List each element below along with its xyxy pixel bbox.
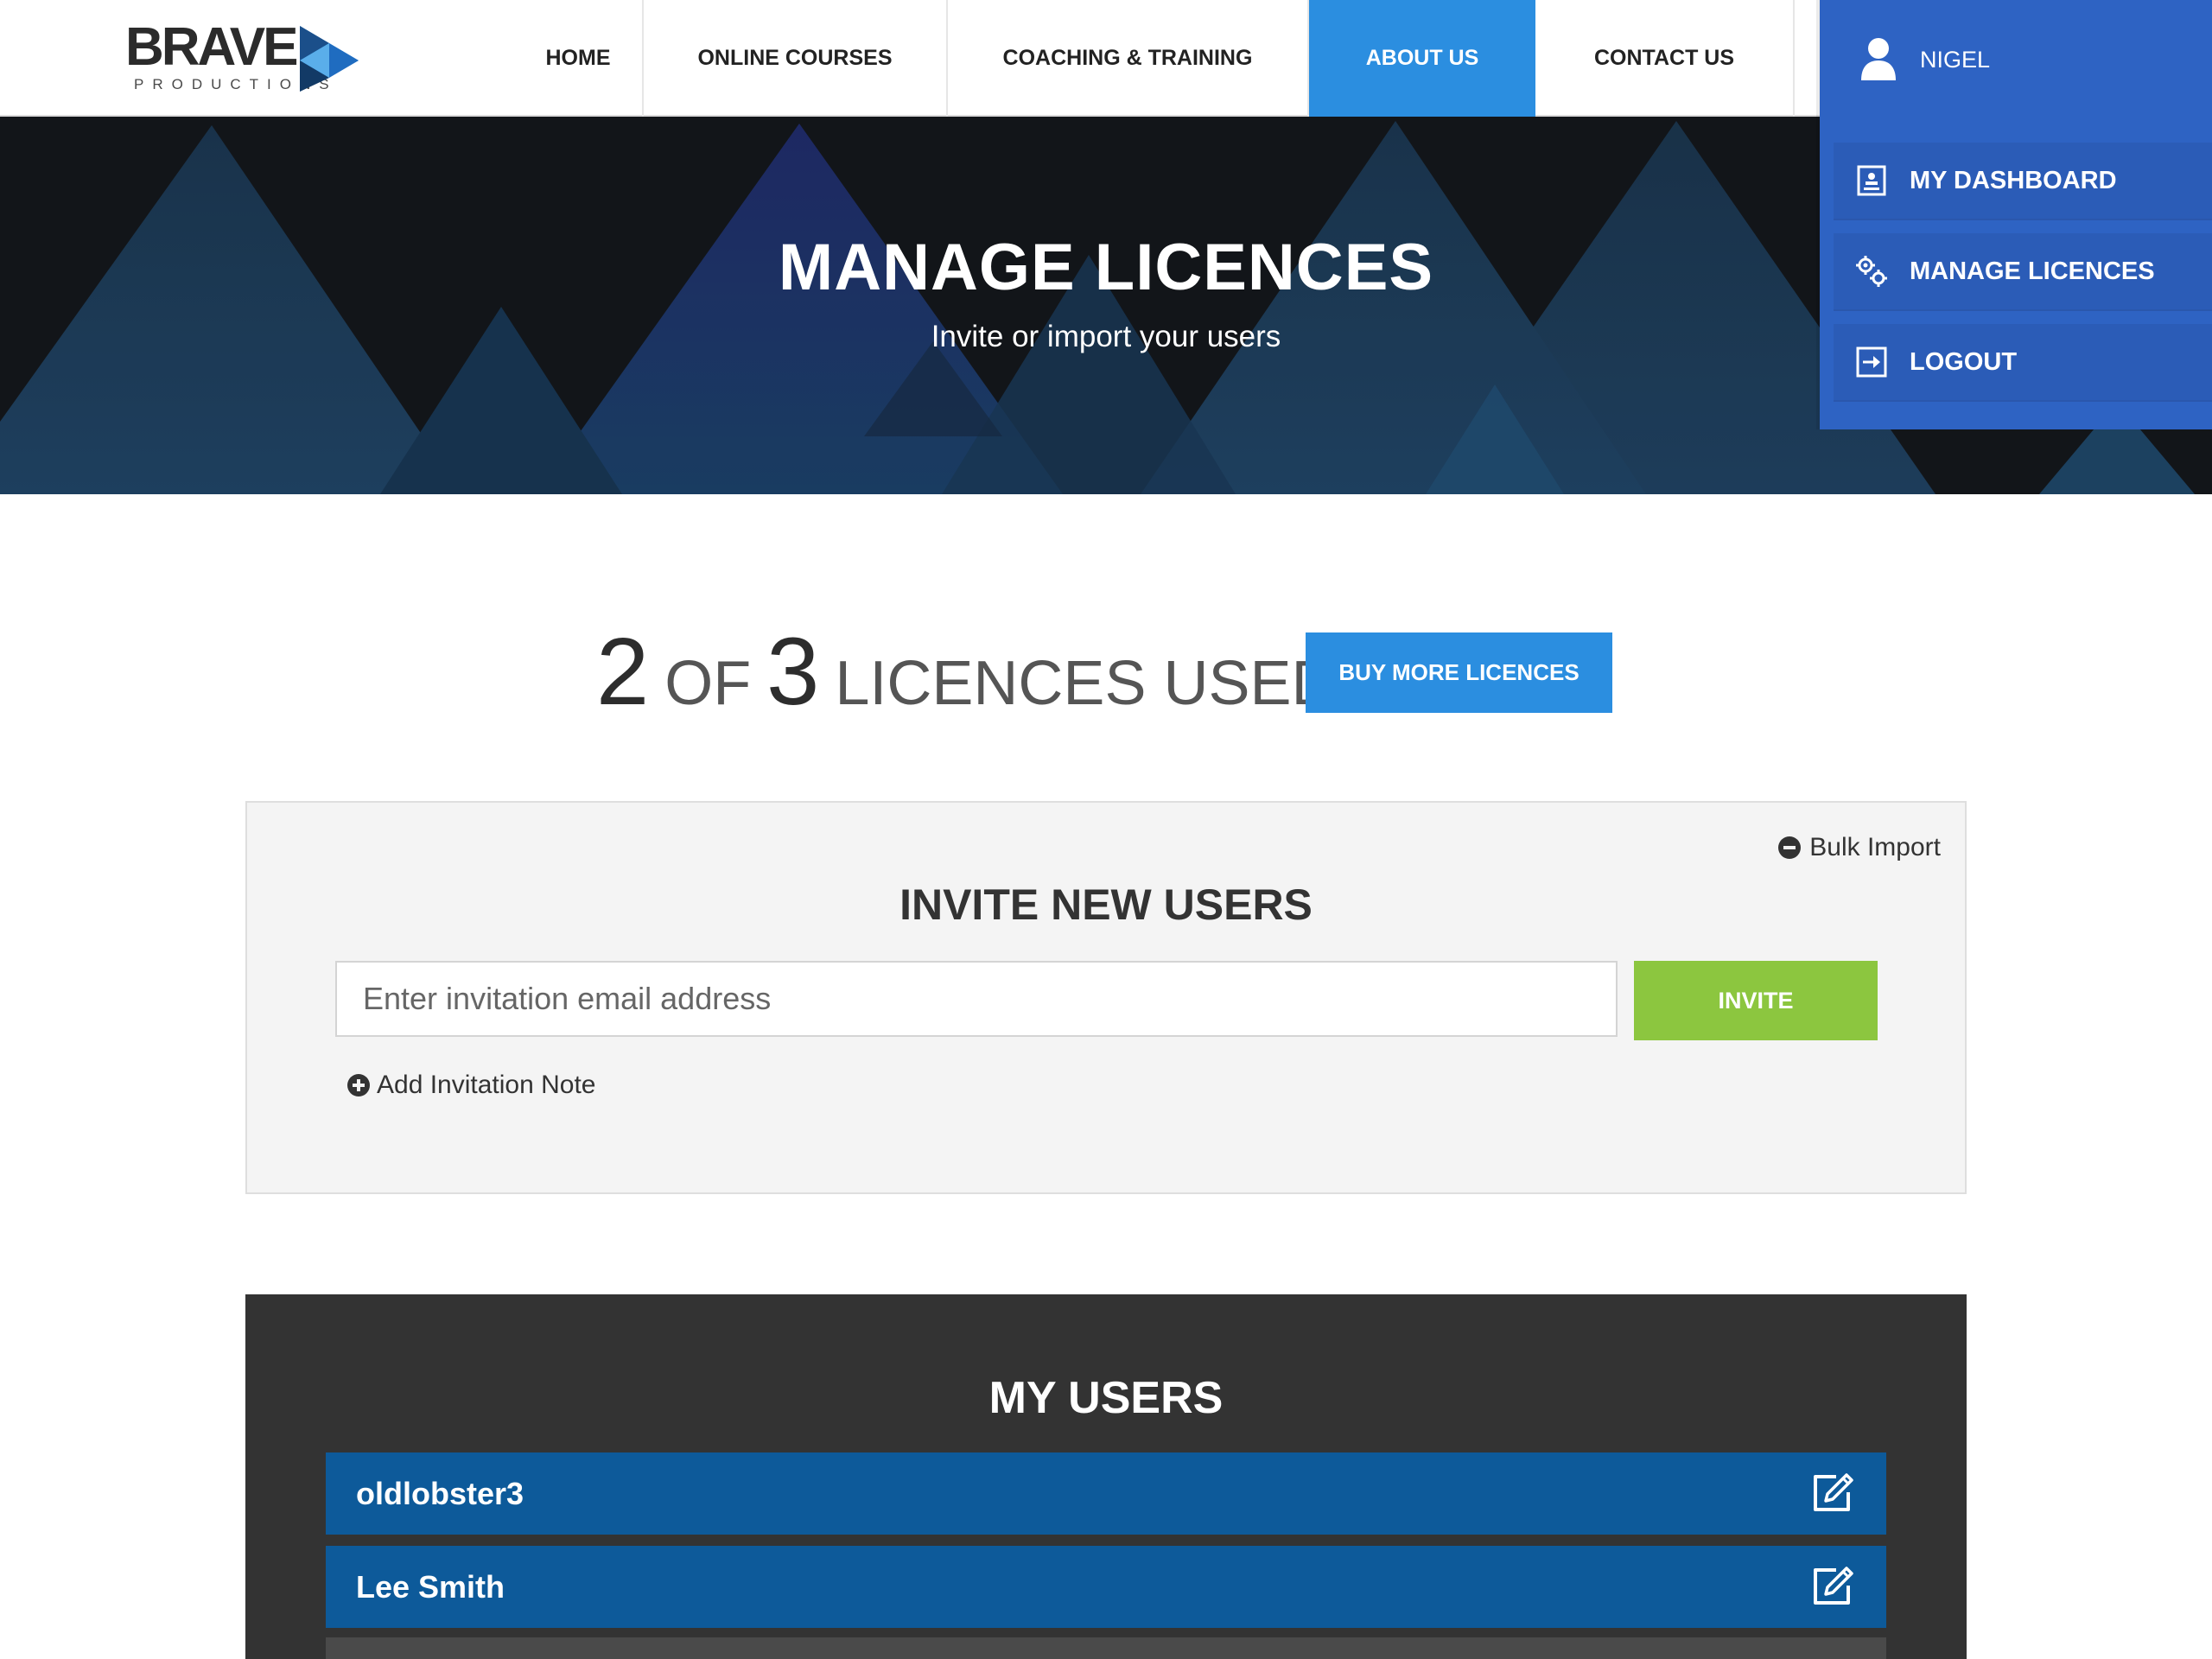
user-icon: [1861, 38, 1896, 80]
nav-home[interactable]: HOME: [514, 0, 644, 117]
invite-button[interactable]: INVITE: [1634, 961, 1878, 1040]
invitation-email-input[interactable]: [335, 961, 1618, 1037]
nav-about-us[interactable]: ABOUT US: [1309, 0, 1535, 117]
invite-section-title: INVITE NEW USERS: [899, 880, 1313, 929]
user-menu-toggle[interactable]: NIGEL: [1820, 0, 2212, 119]
licences-used-count: 2: [596, 619, 650, 725]
my-users-title: MY USERS: [988, 1373, 1224, 1423]
user-row[interactable]: Lee Smith: [326, 1546, 1886, 1628]
logout-icon: [1854, 345, 1889, 379]
nav-contact-us[interactable]: CONTACT US: [1535, 0, 1795, 117]
logo-wordmark: BRAVE: [125, 17, 298, 77]
edit-icon[interactable]: [1810, 1565, 1857, 1608]
nav-coaching-training[interactable]: COACHING & TRAINING: [948, 0, 1309, 117]
user-row[interactable]: oldlobster3: [326, 1452, 1886, 1535]
user-row-name: Lee Smith: [356, 1568, 505, 1605]
menu-item-manage-licences[interactable]: MANAGE LICENCES: [1834, 233, 2212, 311]
user-row-name: oldlobster3: [356, 1475, 524, 1511]
gears-icon: [1854, 254, 1889, 289]
menu-item-logout[interactable]: LOGOUT: [1834, 324, 2212, 402]
licences-total-count: 3: [766, 619, 820, 725]
licences-of-label: OF: [664, 649, 752, 718]
bulk-import-label: Bulk Import: [1809, 833, 1941, 861]
play-triangle-logo-icon: [300, 26, 359, 92]
dashboard-icon: [1854, 163, 1889, 198]
menu-item-label: MY DASHBOARD: [1910, 166, 2117, 194]
brand-logo[interactable]: BRAVE PRODUCTIONS: [125, 21, 367, 99]
minus-circle-icon: [1778, 836, 1802, 859]
nav-online-courses[interactable]: ONLINE COURSES: [644, 0, 948, 117]
add-note-label: Add Invitation Note: [377, 1071, 596, 1099]
add-invitation-note-toggle[interactable]: Add Invitation Note: [347, 1071, 596, 1100]
buy-more-licences-button[interactable]: BUY MORE LICENCES: [1306, 632, 1612, 713]
plus-circle-icon: [347, 1074, 370, 1096]
menu-item-label: LOGOUT: [1910, 347, 2018, 376]
menu-item-my-dashboard[interactable]: MY DASHBOARD: [1834, 143, 2212, 220]
user-row-partial: [326, 1637, 1886, 1659]
user-name: NIGEL: [1920, 46, 1991, 73]
my-users-panel: MY USERS oldlobster3 Lee Smith: [245, 1294, 1967, 1659]
main-nav: HOME ONLINE COURSES COACHING & TRAINING …: [514, 0, 1795, 117]
bulk-import-toggle[interactable]: Bulk Import: [1778, 833, 1941, 862]
licence-usage-summary: 2 OF 3 LICENCES USED: [596, 620, 1352, 724]
licences-used-label: LICENCES USED: [835, 649, 1337, 718]
edit-icon[interactable]: [1810, 1471, 1857, 1515]
user-dropdown-menu: NIGEL MY DASHBOARD MANAGE LICENCES LOGOU…: [1820, 0, 2212, 429]
invite-users-panel: Bulk Import INVITE NEW USERS INVITE Add …: [245, 801, 1967, 1194]
menu-item-label: MANAGE LICENCES: [1910, 257, 2155, 285]
